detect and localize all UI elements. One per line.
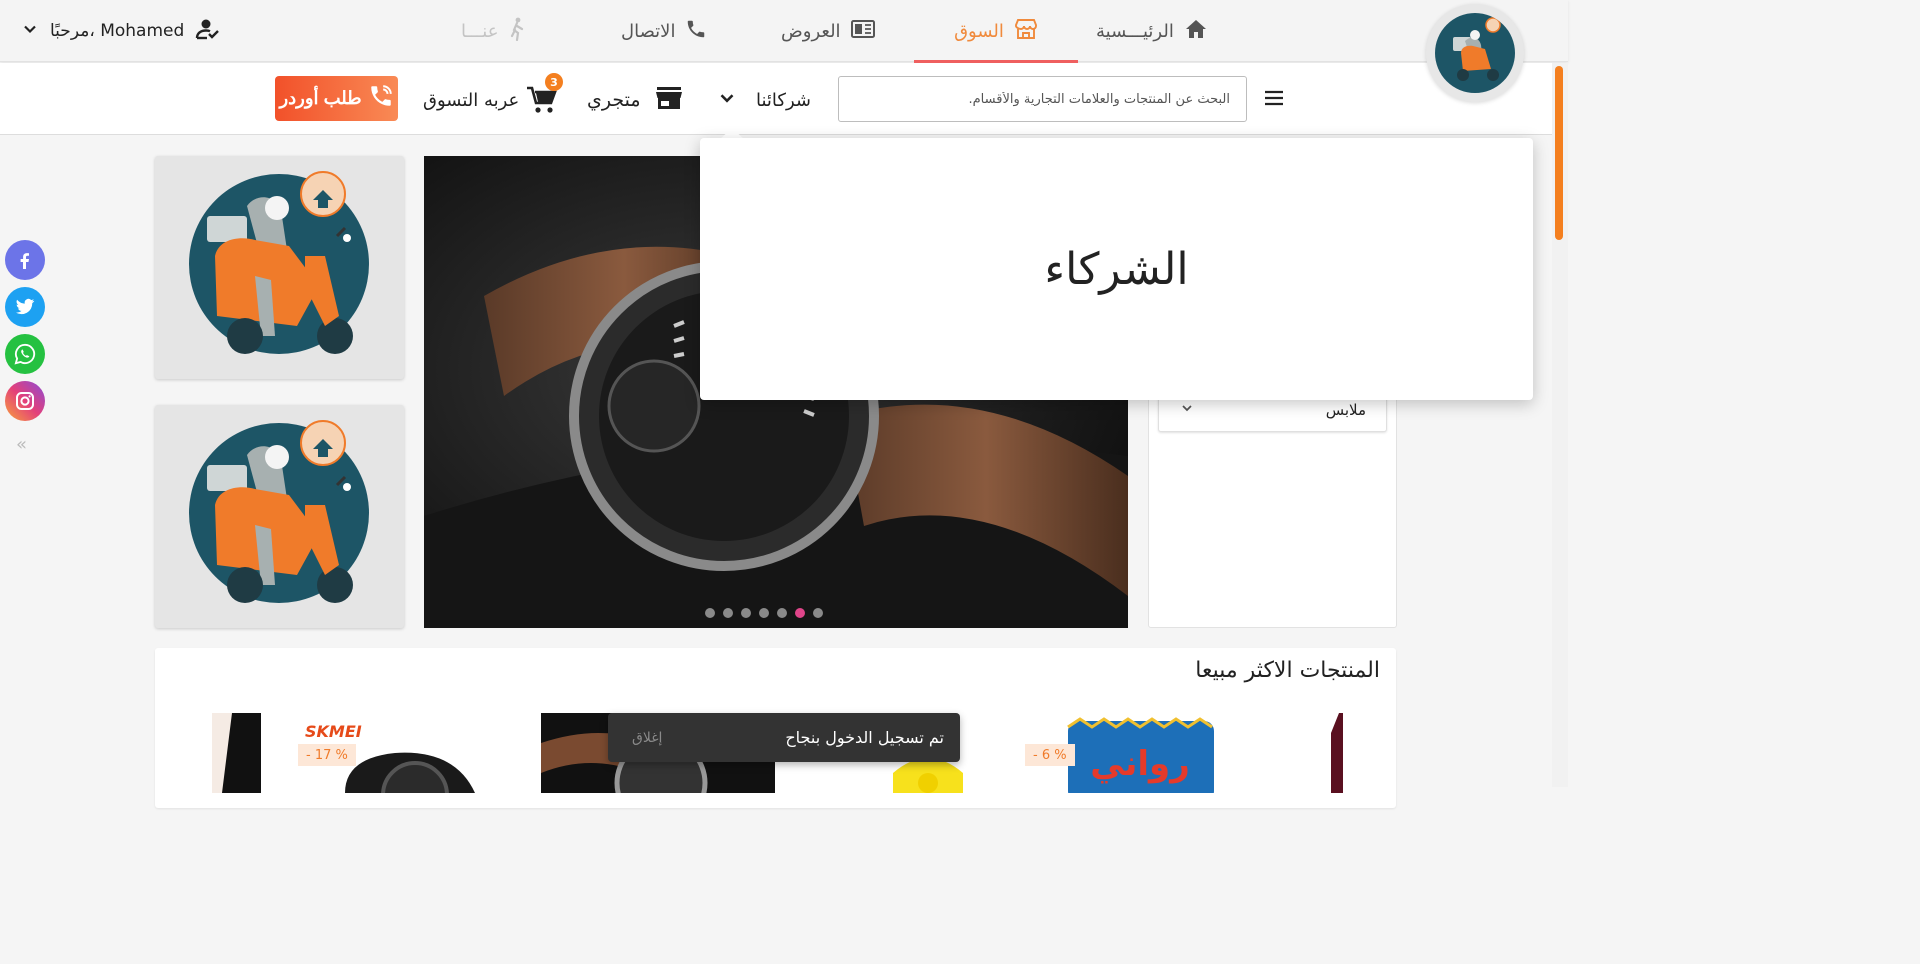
slider-dot-active[interactable]	[795, 608, 805, 618]
phone-call-icon	[368, 83, 394, 114]
chevron-down-icon	[716, 87, 738, 114]
promo-card[interactable]	[155, 156, 404, 379]
partners-label: شركائنا	[756, 89, 811, 111]
my-store-label: متجري	[587, 89, 641, 111]
nav-market-label: السوق	[954, 20, 1004, 42]
slider-dot[interactable]	[813, 608, 823, 618]
discount-badge: - 6 %	[1025, 744, 1075, 766]
chevron-down-icon	[20, 19, 40, 44]
nav-offers[interactable]: العروض	[781, 0, 875, 62]
nav-contact[interactable]: الاتصال	[621, 0, 707, 62]
search-input[interactable]	[838, 76, 1247, 122]
user-check-icon	[194, 17, 220, 46]
delivery-scooter-illustration	[189, 420, 369, 603]
slider-dot[interactable]	[723, 608, 733, 618]
nav-about-label: عنـــا	[461, 20, 499, 42]
promo-card[interactable]	[155, 405, 404, 628]
skmei-brand-text: SKMEI	[305, 722, 362, 741]
user-menu[interactable]: مرحبًا، Mohamed	[20, 0, 220, 62]
partners-dropdown[interactable]: شركائنا	[716, 78, 811, 122]
cart-label: عربه التسوق	[423, 89, 520, 111]
product-card[interactable]	[212, 713, 261, 797]
my-store-link[interactable]: متجري	[587, 78, 683, 122]
cart-count-badge: 3	[545, 73, 563, 91]
walking-icon	[508, 17, 526, 46]
nav-home-label: الرئيـــسية	[1096, 20, 1174, 42]
nav-market[interactable]: السوق	[914, 0, 1078, 63]
slider-dot[interactable]	[705, 608, 715, 618]
nav-about[interactable]: عنـــا	[461, 0, 526, 62]
home-icon	[1184, 18, 1208, 45]
snackbar-close-button[interactable]: إغلاق	[632, 730, 662, 746]
facebook-icon[interactable]	[5, 240, 45, 280]
product-card[interactable]	[1331, 713, 1343, 797]
cart-link[interactable]: عربه التسوق	[423, 78, 558, 122]
nav-home[interactable]: الرئيـــسية	[1096, 0, 1208, 62]
storefront-icon	[1014, 18, 1038, 45]
scrollbar-thumb[interactable]	[1555, 66, 1563, 240]
delivery-scooter-illustration	[189, 171, 369, 354]
instagram-icon[interactable]	[5, 381, 45, 421]
store-icon	[655, 85, 683, 116]
nav-contact-label: الاتصال	[621, 20, 676, 42]
slider-dot[interactable]	[777, 608, 787, 618]
newspaper-icon	[850, 19, 875, 44]
partners-popup: الشركاء	[700, 138, 1533, 400]
order-label: طلب أوردر	[279, 88, 362, 108]
twitter-icon[interactable]	[5, 287, 45, 327]
category-label: ملابس	[1325, 400, 1366, 419]
order-request-button[interactable]: طلب أوردر	[275, 76, 398, 121]
chevron-down-icon	[1179, 400, 1195, 420]
product-brand-text: رواني	[1090, 744, 1190, 784]
collapse-social-icon[interactable]: «	[16, 434, 27, 455]
site-logo[interactable]	[1426, 4, 1524, 102]
best-sellers-title: المنتجات الاكثر مبيعا	[1195, 658, 1380, 683]
phone-icon	[685, 18, 707, 45]
slider-dot[interactable]	[741, 608, 751, 618]
delivery-scooter-logo	[1435, 13, 1515, 93]
top-navigation: مرحبًا، Mohamed عنـــا الاتصال العروض ال…	[0, 0, 1568, 63]
nav-offers-label: العروض	[781, 20, 841, 42]
user-greeting: مرحبًا، Mohamed	[50, 21, 185, 41]
discount-badge: - 17 %	[298, 744, 356, 766]
partners-popup-title: الشركاء	[1044, 243, 1189, 295]
hamburger-menu-icon[interactable]	[1263, 86, 1285, 110]
slider-pagination	[705, 608, 823, 618]
snackbar-message: تم تسجيل الدخول بنجاح	[785, 728, 944, 747]
login-success-snackbar: تم تسجيل الدخول بنجاح إغلاق	[608, 713, 960, 762]
slider-dot[interactable]	[759, 608, 769, 618]
whatsapp-icon[interactable]	[5, 334, 45, 374]
product-card[interactable]: رواني	[1060, 713, 1220, 801]
